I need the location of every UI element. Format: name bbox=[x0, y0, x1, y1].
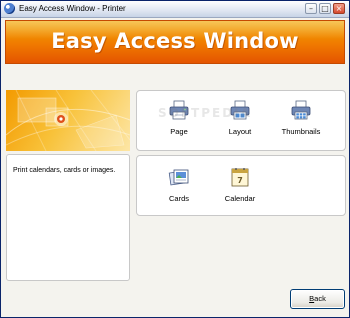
banner-title: Easy Access Window bbox=[51, 29, 299, 53]
close-button[interactable]: × bbox=[333, 3, 345, 14]
app-icon bbox=[4, 3, 15, 14]
print-projects-group: Cards 7 Calendar bbox=[136, 155, 346, 216]
thumbnails-option-label: Thumbnails bbox=[281, 127, 321, 136]
app-window: Easy Access Window - Printer – □ × Easy … bbox=[0, 0, 350, 318]
window-title: Easy Access Window - Printer bbox=[19, 4, 126, 13]
calendar-option[interactable]: 7 Calendar bbox=[212, 166, 268, 203]
page-option-label: Page bbox=[170, 127, 188, 136]
maximize-button[interactable]: □ bbox=[319, 3, 331, 14]
preview-artwork bbox=[6, 90, 130, 151]
preview-image bbox=[6, 90, 130, 151]
cards-icon bbox=[168, 169, 189, 186]
header-banner: Easy Access Window bbox=[5, 20, 345, 64]
thumbnails-option[interactable]: Thumbnails bbox=[269, 99, 333, 136]
calendar-option-label: Calendar bbox=[224, 194, 256, 203]
back-button[interactable]: Back bbox=[290, 289, 345, 309]
print-options-group: Page Layout Thumbnails bbox=[136, 90, 346, 151]
calendar-icon: 7 bbox=[231, 168, 249, 187]
title-bar[interactable]: Easy Access Window - Printer – □ × bbox=[1, 1, 349, 18]
description-text: Print calendars, cards or images. bbox=[13, 167, 116, 174]
back-button-label: ack bbox=[314, 294, 326, 303]
minimize-button[interactable]: – bbox=[305, 3, 317, 14]
description-panel: Print calendars, cards or images. bbox=[6, 154, 130, 281]
svg-text:7: 7 bbox=[237, 176, 243, 185]
layout-option-label: Layout bbox=[228, 127, 252, 136]
cards-option[interactable]: Cards bbox=[151, 166, 207, 203]
cards-option-label: Cards bbox=[168, 194, 189, 203]
printer-thumbnails-icon bbox=[291, 100, 311, 120]
softpedia-watermark: SOFTPEDIA bbox=[158, 106, 252, 120]
